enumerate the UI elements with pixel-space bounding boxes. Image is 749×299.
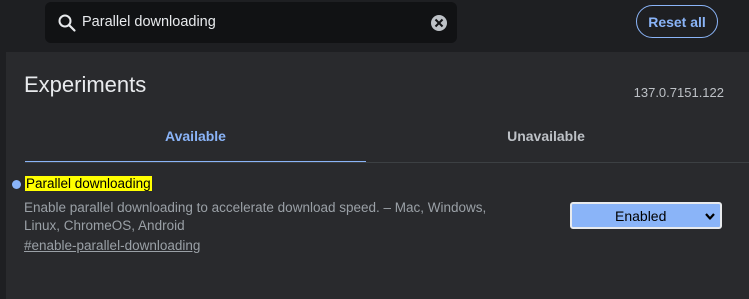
- experiment-state-select[interactable]: Enabled: [570, 202, 722, 229]
- search-icon: [58, 14, 76, 32]
- search-input[interactable]: Parallel downloading: [82, 14, 216, 30]
- search-box[interactable]: Parallel downloading: [45, 2, 457, 43]
- tab-available[interactable]: Available: [25, 128, 366, 163]
- top-bar: Parallel downloading Reset all: [0, 0, 749, 52]
- chevron-down-icon: [705, 213, 715, 220]
- tab-divider: [25, 162, 749, 163]
- experiments-panel: Experiments 137.0.7151.122 Available Una…: [6, 52, 749, 299]
- reset-all-button[interactable]: Reset all: [636, 5, 718, 38]
- experiment-title: Parallel downloading: [25, 176, 152, 191]
- experiment-permalink[interactable]: #enable-parallel-downloading: [24, 238, 200, 253]
- modified-indicator-dot: [12, 180, 21, 189]
- tab-unavailable-label: Unavailable: [507, 128, 585, 144]
- version-label: 137.0.7151.122: [633, 85, 724, 100]
- clear-icon[interactable]: [430, 14, 448, 32]
- select-value: Enabled: [615, 208, 667, 224]
- tab-available-label: Available: [165, 128, 226, 144]
- page-title: Experiments: [24, 72, 147, 97]
- tab-unavailable[interactable]: Unavailable: [376, 128, 716, 163]
- experiment-description: Enable parallel downloading to accelerat…: [24, 200, 487, 233]
